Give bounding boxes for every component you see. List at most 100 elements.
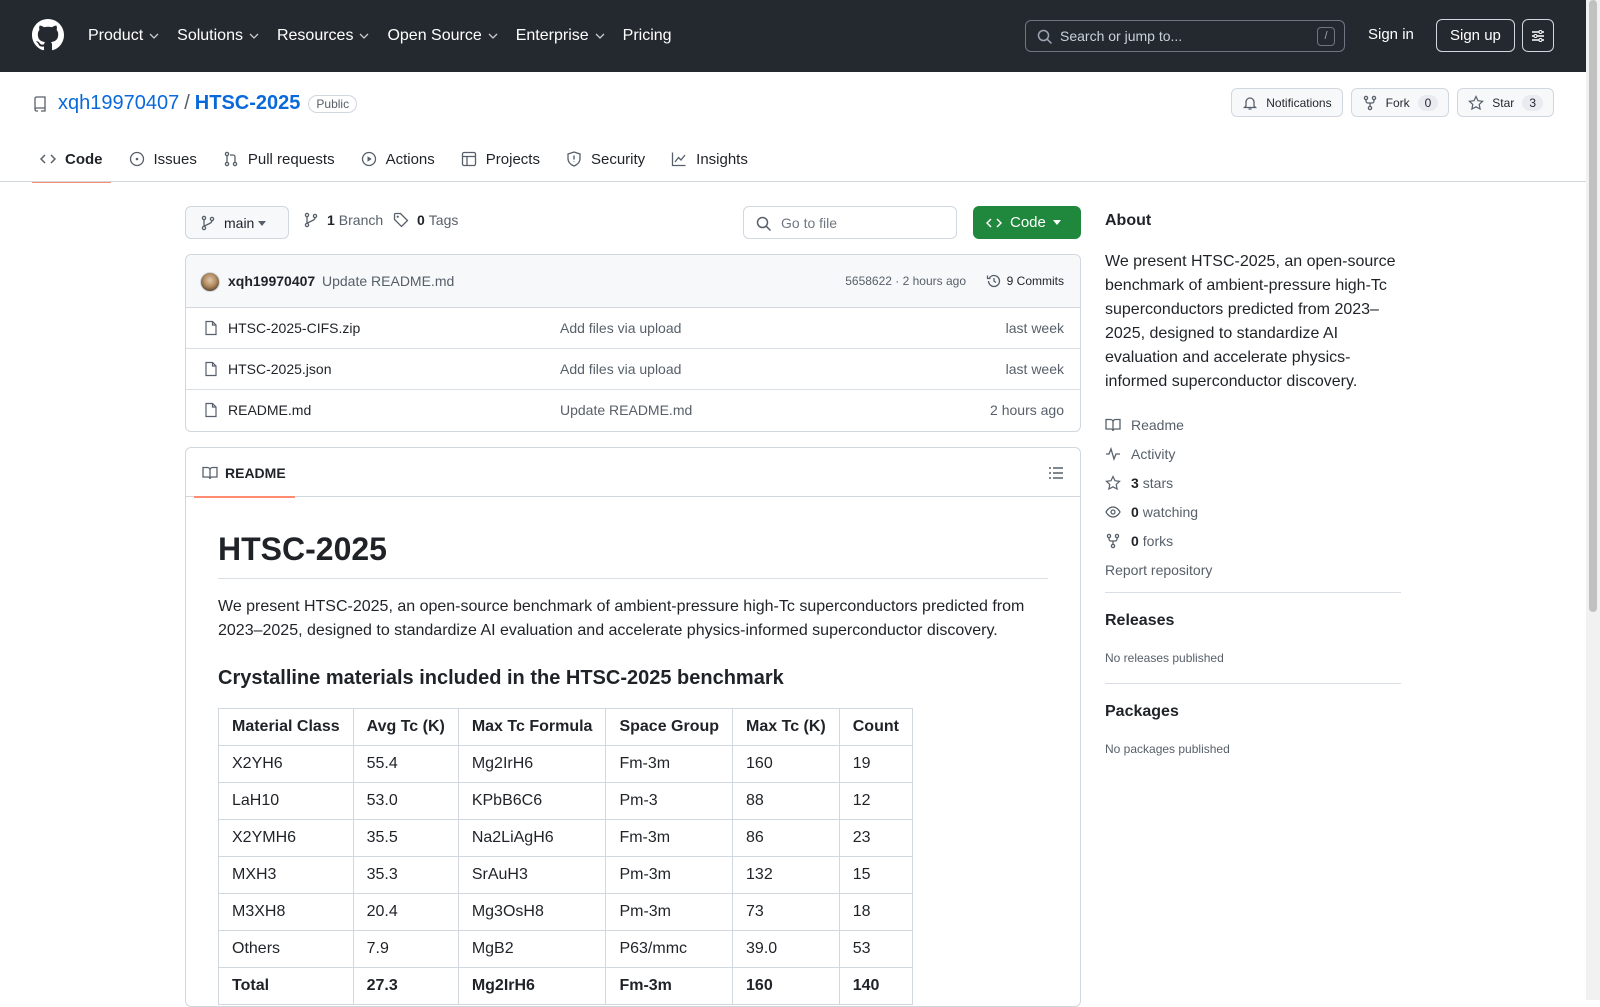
table-cell: 19	[838, 745, 913, 783]
branches-link[interactable]: 1 Branch	[303, 212, 383, 228]
repo-owner-link[interactable]: xqh19970407	[58, 92, 179, 115]
table-cell: Fm-3m	[605, 745, 734, 783]
commit-meta[interactable]: 5658622 · 2 hours ago	[845, 274, 966, 288]
sign-up-button[interactable]: Sign up	[1436, 19, 1515, 52]
tab-security[interactable]: Security	[558, 136, 653, 182]
table-cell: 12	[838, 782, 913, 820]
column-header: Space Group	[605, 708, 734, 746]
sidebar-divider	[1105, 683, 1401, 684]
report-repository-label: Report repository	[1105, 561, 1213, 578]
branch-name: main	[224, 214, 255, 231]
go-to-file-input[interactable]: Go to file	[743, 206, 957, 239]
report-repository-link[interactable]: Report repository	[1105, 555, 1212, 584]
nav-product[interactable]: Product	[88, 27, 159, 45]
tab-label: Projects	[485, 150, 540, 168]
commit-author-link[interactable]: xqh19970407	[228, 273, 315, 289]
tab-label: Issues	[153, 150, 197, 168]
packages-heading[interactable]: Packages	[1105, 703, 1179, 721]
file-commit-message-link[interactable]: Add files via upload	[560, 361, 681, 377]
tab-issues[interactable]: Issues	[121, 136, 205, 182]
sidebar-divider	[1105, 592, 1401, 593]
tab-label: Insights	[696, 150, 748, 168]
tab-code[interactable]: Code	[32, 136, 111, 183]
nav-open-source[interactable]: Open Source	[387, 27, 498, 45]
releases-heading[interactable]: Releases	[1105, 612, 1174, 630]
tab-label: Actions	[385, 150, 435, 168]
activity-link[interactable]: Activity	[1105, 439, 1212, 468]
table-row: LaH10 53.0 KPbB6C6 Pm-3 88 12	[218, 782, 913, 820]
notifications-button[interactable]: Notifications	[1231, 88, 1343, 117]
tab-insights[interactable]: Insights	[663, 136, 756, 182]
sign-in-link[interactable]: Sign in	[1368, 26, 1414, 43]
nav-pricing[interactable]: Pricing	[623, 27, 672, 45]
file-name-link[interactable]: README.md	[228, 402, 311, 418]
file-date: last week	[1005, 361, 1064, 377]
file-row[interactable]: README.md Update README.md 2 hours ago	[186, 390, 1080, 431]
file-row[interactable]: HTSC-2025-CIFS.zip Add files via upload …	[186, 308, 1080, 349]
star-label: Star	[1492, 95, 1515, 110]
chevron-down-icon	[595, 33, 605, 39]
code-dropdown-button[interactable]: Code	[973, 206, 1081, 239]
readme-link[interactable]: Readme	[1105, 410, 1212, 439]
nav-enterprise[interactable]: Enterprise	[516, 27, 605, 45]
tags-link[interactable]: 0 Tags	[393, 212, 458, 228]
commits-link[interactable]: 9 Commits	[986, 273, 1064, 289]
fork-button[interactable]: Fork 0	[1350, 88, 1450, 117]
history-icon	[986, 274, 1000, 288]
table-row: X2YH6 55.4 Mg2IrH6 Fm-3m 160 19	[218, 745, 913, 783]
branch-select-button[interactable]: main	[185, 206, 289, 239]
releases-empty-text: No releases published	[1105, 651, 1224, 665]
avatar[interactable]	[200, 272, 220, 292]
nav-resources[interactable]: Resources	[277, 27, 369, 45]
scrollbar-thumb[interactable]	[1589, 0, 1597, 612]
table-cell: 160	[732, 745, 840, 783]
tab-pull-requests[interactable]: Pull requests	[215, 136, 343, 182]
repo-name-link[interactable]: HTSC-2025	[195, 92, 301, 115]
table-cell: 86	[732, 819, 840, 857]
watching-link[interactable]: 0 watching	[1105, 497, 1212, 526]
column-header: Avg Tc (K)	[352, 708, 459, 746]
table-cell: Mg2IrH6	[457, 967, 607, 1005]
repo-icon	[34, 95, 46, 112]
table-cell: Fm-3m	[605, 819, 734, 857]
file-icon	[205, 402, 217, 418]
page-scrollbar[interactable]	[1586, 0, 1600, 1000]
tab-projects[interactable]: Projects	[453, 136, 548, 182]
file-commit-message-link[interactable]: Add files via upload	[560, 320, 681, 336]
table-cell: X2YH6	[218, 745, 354, 783]
list-icon[interactable]	[1048, 465, 1064, 481]
github-logo-icon[interactable]	[32, 19, 64, 51]
file-icon	[205, 361, 217, 377]
fork-icon	[1363, 95, 1376, 110]
menu-button[interactable]	[1522, 19, 1554, 52]
tab-actions[interactable]: Actions	[353, 136, 443, 182]
column-header: Count	[838, 708, 913, 746]
star-button[interactable]: Star 3	[1457, 88, 1554, 117]
table-total-row: Total 27.3 Mg2IrH6 Fm-3m 160 140	[218, 967, 913, 1005]
table-header-row: Material Class Avg Tc (K) Max Tc Formula…	[218, 708, 913, 746]
global-nav: Product Solutions Resources Open Source …	[88, 0, 690, 72]
nav-solutions[interactable]: Solutions	[177, 27, 259, 45]
readme-tab[interactable]: README	[194, 448, 295, 498]
star-icon	[1468, 94, 1485, 110]
stars-count: 3	[1131, 474, 1139, 491]
file-commit-message-link[interactable]: Update README.md	[560, 402, 692, 418]
search-shortcut-badge: /	[1317, 27, 1335, 46]
star-icon	[1105, 474, 1121, 490]
table-cell: 35.5	[352, 819, 459, 857]
file-name-link[interactable]: HTSC-2025-CIFS.zip	[228, 320, 360, 336]
stars-link[interactable]: 3 stars	[1105, 468, 1212, 497]
fork-icon	[1106, 533, 1120, 548]
forks-link[interactable]: 0 forks	[1105, 526, 1212, 555]
branch-icon	[304, 212, 318, 228]
code-icon	[40, 154, 56, 164]
issue-icon	[129, 151, 144, 167]
file-name-link[interactable]: HTSC-2025.json	[228, 361, 332, 377]
commit-message-link[interactable]: Update README.md	[322, 273, 454, 289]
global-header: Product Solutions Resources Open Source …	[0, 0, 1586, 72]
file-icon	[205, 320, 217, 336]
global-search-input[interactable]: Search or jump to... /	[1025, 20, 1345, 52]
file-row[interactable]: HTSC-2025.json Add files via upload last…	[186, 349, 1080, 390]
table-cell: 73	[732, 893, 840, 931]
readme-panel: README HTSC-2025 We present HTSC-2025, a…	[185, 447, 1081, 1007]
